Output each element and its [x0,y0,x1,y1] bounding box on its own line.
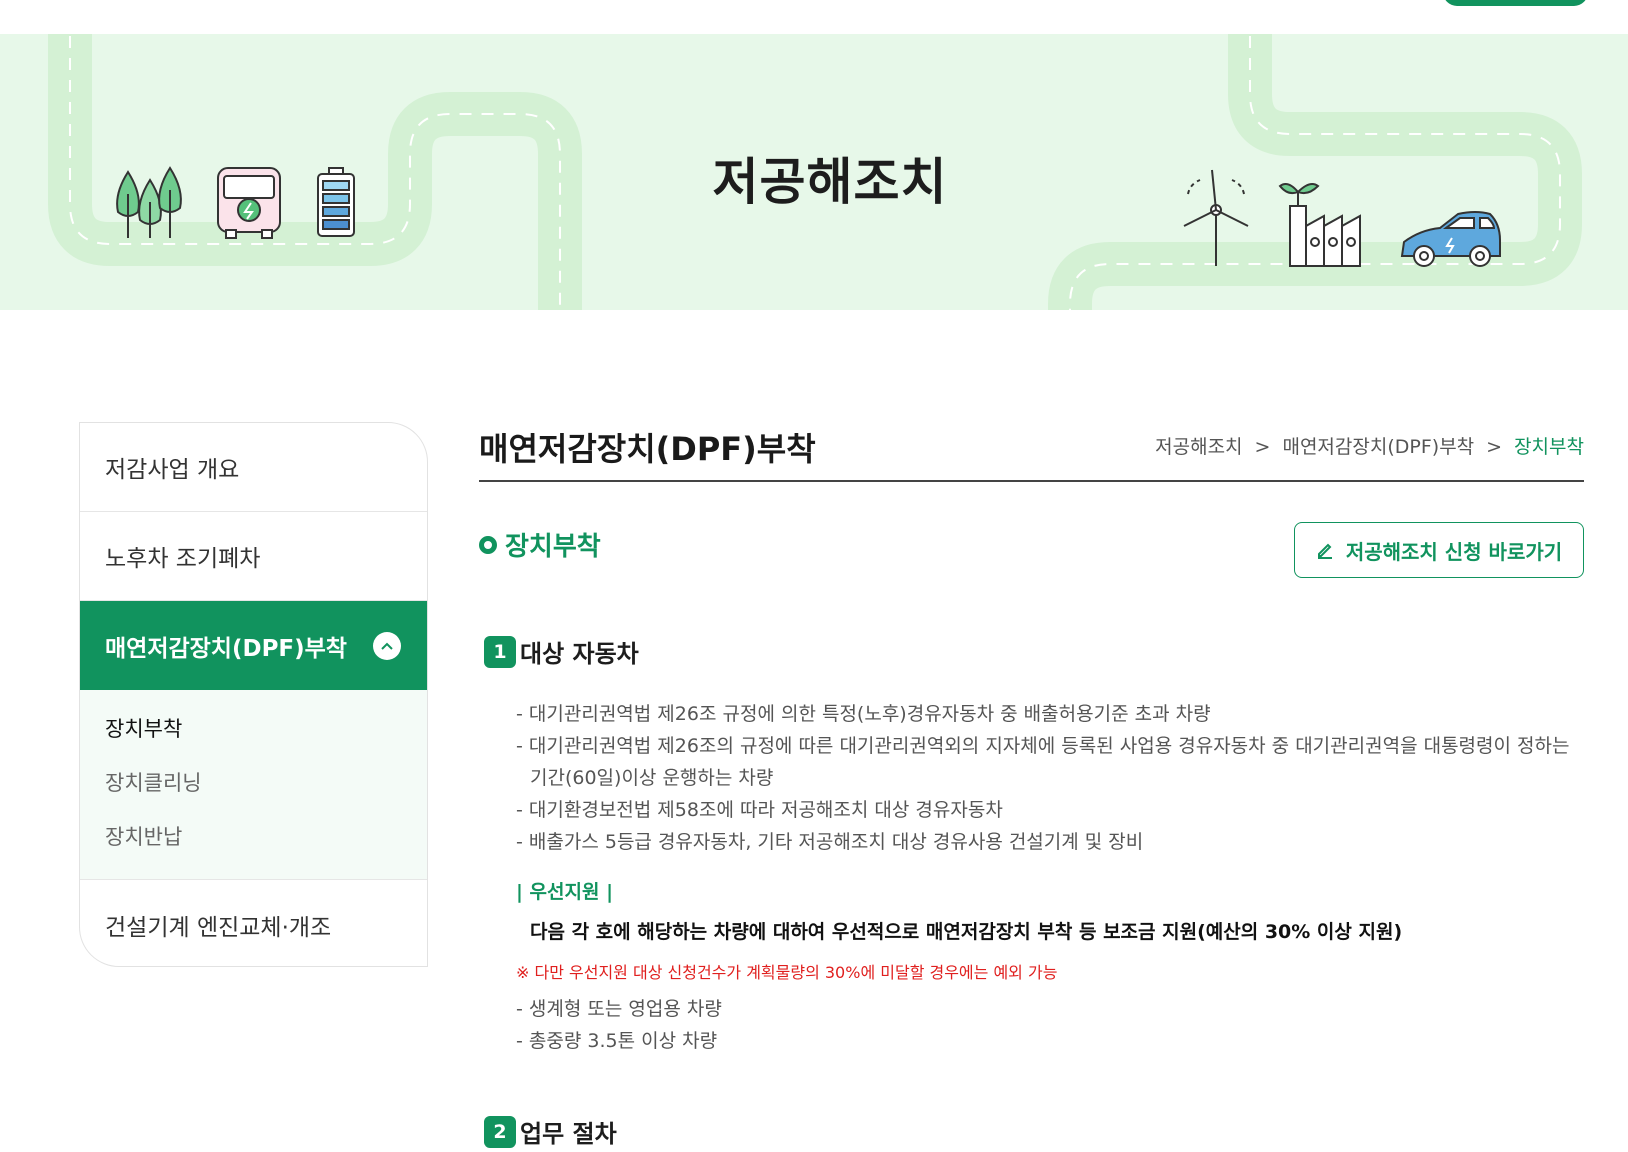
list-item: 배출가스 5등급 경유자동차, 기타 저공해조치 대상 경유사용 건설기계 및 … [516,826,1584,858]
main-content: 매연저감장치(DPF)부착 저공해조치 > 매연저감장치(DPF)부착 > 장치부착 장… [479,420,1584,1148]
chevron-up-icon[interactable] [373,631,401,660]
sidebar-subitem-attach[interactable]: 장치부착 [105,714,427,768]
sidebar-item-overview[interactable]: 저감사업 개요 [80,423,427,512]
list-item: 생계형 또는 영업용 차량 [516,993,1584,1025]
step-title: 업무 절차 [520,1120,617,1148]
section-heading: 장치부착 [479,526,601,563]
breadcrumb-separator: > [1254,436,1271,458]
priority-list: 생계형 또는 영업용 차량 총중량 3.5톤 이상 차량 [516,993,1584,1057]
list-item: 대기관리권역법 제26조 규정에 의한 특정(노후)경유자동차 중 배출허용기준… [516,698,1584,730]
priority-description: 다음 각 호에 해당하는 차량에 대하여 우선적으로 매연저감장치 부착 등 보… [530,921,1403,943]
sidebar-item-label: 매연저감장치(DPF)부착 [105,635,347,662]
target-list: 대기관리권역법 제26조 규정에 의한 특정(노후)경유자동차 중 배출허용기준… [516,698,1584,858]
step-heading: 1 대상 자동차 [484,634,639,669]
sidebar-item-construction[interactable]: 건설기계 엔진교체·개조 [80,880,427,966]
breadcrumb-item[interactable]: 저공해조치 [1155,436,1242,458]
site-logo[interactable] [6,0,176,4]
sidebar-submenu: 장치부착 장치클리닝 장치반납 [80,690,427,880]
ring-bullet-icon [479,535,497,554]
breadcrumb-separator: > [1486,436,1503,458]
hero-title: 저공해조치 [712,153,948,211]
section-title: 장치부착 [505,532,601,562]
sidebar-item-label: 건설기계 엔진교체·개조 [105,914,332,941]
step-heading: 2 업무 절차 [484,1114,617,1149]
sidebar-item-label: 노후차 조기폐차 [105,546,261,572]
priority-note: ※ 다만 우선지원 대상 신청건수가 계획물량의 30%에 미달할 경우에는 예… [516,963,1058,982]
breadcrumb-item[interactable]: 매연저감장치(DPF)부착 [1282,436,1474,458]
header-action-button[interactable] [1443,0,1588,6]
step-title: 대상 자동차 [520,640,639,668]
apply-shortcut-button[interactable]: 저공해조치 신청 바로가기 [1294,522,1584,578]
sidebar-item-early-scrappage[interactable]: 노후차 조기폐차 [80,512,427,601]
breadcrumb-current: 장치부착 [1514,436,1584,458]
page-header: 매연저감장치(DPF)부착 저공해조치 > 매연저감장치(DPF)부착 > 장치부착 [479,420,1584,482]
sidebar-subitem-return[interactable]: 장치반납 [105,822,427,876]
list-item: 대기환경보전법 제58조에 따라 저공해조치 대상 경유자동차 [516,794,1584,826]
step-number-badge: 1 [484,635,516,668]
hero-banner: 저공해조치 [0,34,1628,310]
list-item: 대기관리권역법 제26조의 규정에 따른 대기관리권역외의 지자체에 등록된 사… [516,730,1584,794]
sidebar-item-label: 저감사업 개요 [105,457,240,483]
sidebar-nav: 저감사업 개요 노후차 조기폐차 매연저감장치(DPF)부착 장치부착 장치클리… [79,422,428,967]
pencil-icon [1316,541,1334,559]
breadcrumb: 저공해조치 > 매연저감장치(DPF)부착 > 장치부착 [1155,432,1584,459]
list-item: 총중량 3.5톤 이상 차량 [516,1025,1584,1057]
priority-label: | 우선지원 | [516,881,614,903]
sidebar-subitem-cleaning[interactable]: 장치클리닝 [105,768,427,822]
step-number-badge: 2 [484,1115,516,1148]
page-title: 매연저감장치(DPF)부착 [479,430,816,468]
top-header [0,0,1628,34]
sidebar-item-dpf[interactable]: 매연저감장치(DPF)부착 [80,601,427,690]
apply-button-label: 저공해조치 신청 바로가기 [1345,539,1563,564]
